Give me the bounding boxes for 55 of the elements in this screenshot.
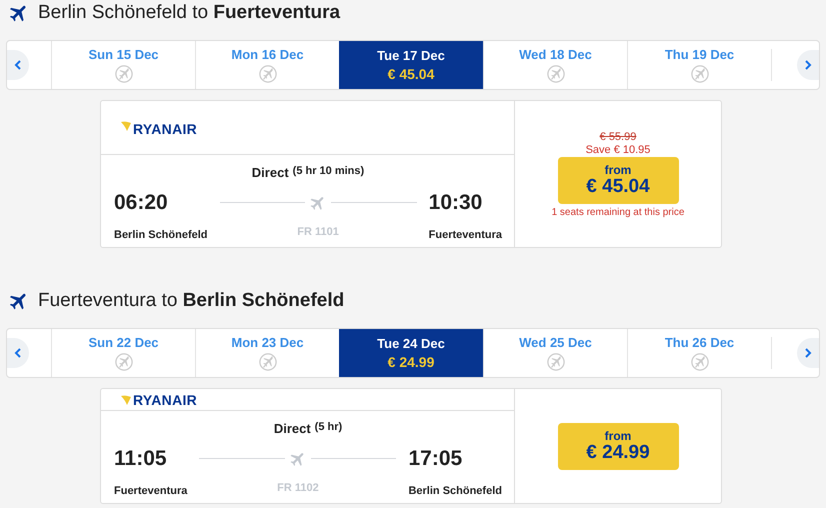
chevron-left-icon	[14, 60, 22, 70]
next-button[interactable]	[797, 338, 819, 368]
date-label: Mon 23 Dec	[231, 335, 304, 350]
flight-number: FR 1102	[276, 482, 320, 494]
harp-logo-icon	[121, 394, 131, 404]
no-flights-icon	[546, 353, 564, 371]
previous-button[interactable]	[7, 338, 29, 368]
flight-type: Direct	[274, 420, 311, 436]
date-price: € 45.04	[388, 66, 434, 82]
airline-logo: RYANAIR	[133, 121, 198, 137]
previous-button[interactable]	[7, 50, 29, 80]
next-button[interactable]	[797, 50, 819, 80]
no-flights-icon	[114, 65, 132, 83]
no-flights-icon	[258, 353, 276, 371]
flight-number: FR 1101	[296, 226, 340, 238]
route-heading: Fuerteventura to Berlin Schönefeld	[38, 290, 344, 312]
no-flights-icon	[690, 353, 708, 371]
arrival-airport: Fuerteventura	[428, 229, 502, 242]
flight-duration: (5 hr)	[314, 420, 342, 433]
airline-logo: RYANAIR	[133, 392, 198, 408]
date-label: Wed 18 Dec	[519, 47, 592, 62]
date-label: Mon 16 Dec	[231, 47, 304, 62]
date-label: Sun 15 Dec	[88, 47, 159, 62]
route-heading: Berlin Schönefeld to Fuerteventura	[38, 2, 340, 24]
date-tab[interactable]: Tue 17 Dec € 45.04	[339, 41, 483, 89]
departure-airport: Berlin Schönefeld	[114, 229, 208, 242]
date-label: Thu 19 Dec	[664, 47, 734, 62]
chevron-left-icon	[14, 348, 22, 358]
no-flights-icon	[546, 65, 564, 83]
date-label: Tue 17 Dec	[377, 48, 445, 63]
arrival-airport: Berlin Schönefeld	[408, 485, 502, 498]
date-price: € 24.99	[388, 354, 434, 370]
date-label: Tue 24 Dec	[377, 336, 445, 351]
arrival-time: 10:30	[428, 190, 484, 215]
price-button[interactable]: from € 45.04	[558, 156, 678, 204]
date-label: Thu 26 Dec	[664, 335, 734, 350]
flight-type: Direct	[252, 164, 289, 180]
arrival-time: 17:05	[408, 446, 464, 471]
original-price: € 55.99	[600, 130, 636, 142]
departure-airport: Fuerteventura	[114, 485, 188, 498]
harp-logo-icon	[121, 121, 131, 131]
no-flights-icon	[114, 353, 132, 371]
chevron-right-icon	[804, 60, 812, 70]
saving-text: Save € 10.95	[586, 144, 650, 156]
no-flights-icon	[690, 65, 708, 83]
chevron-right-icon	[804, 348, 812, 358]
no-flights-icon	[258, 65, 276, 83]
date-label: Sun 22 Dec	[88, 335, 159, 350]
departure-time: 06:20	[114, 190, 169, 215]
date-label: Wed 25 Dec	[519, 335, 592, 350]
date-tab[interactable]: Tue 24 Dec € 24.99	[339, 329, 483, 377]
departure-time: 11:05	[114, 446, 168, 471]
flight-duration: (5 hr 10 mins)	[292, 164, 364, 177]
price-button[interactable]: from € 24.99	[558, 422, 678, 470]
seats-note: 1 seats remaining at this price	[552, 206, 684, 218]
